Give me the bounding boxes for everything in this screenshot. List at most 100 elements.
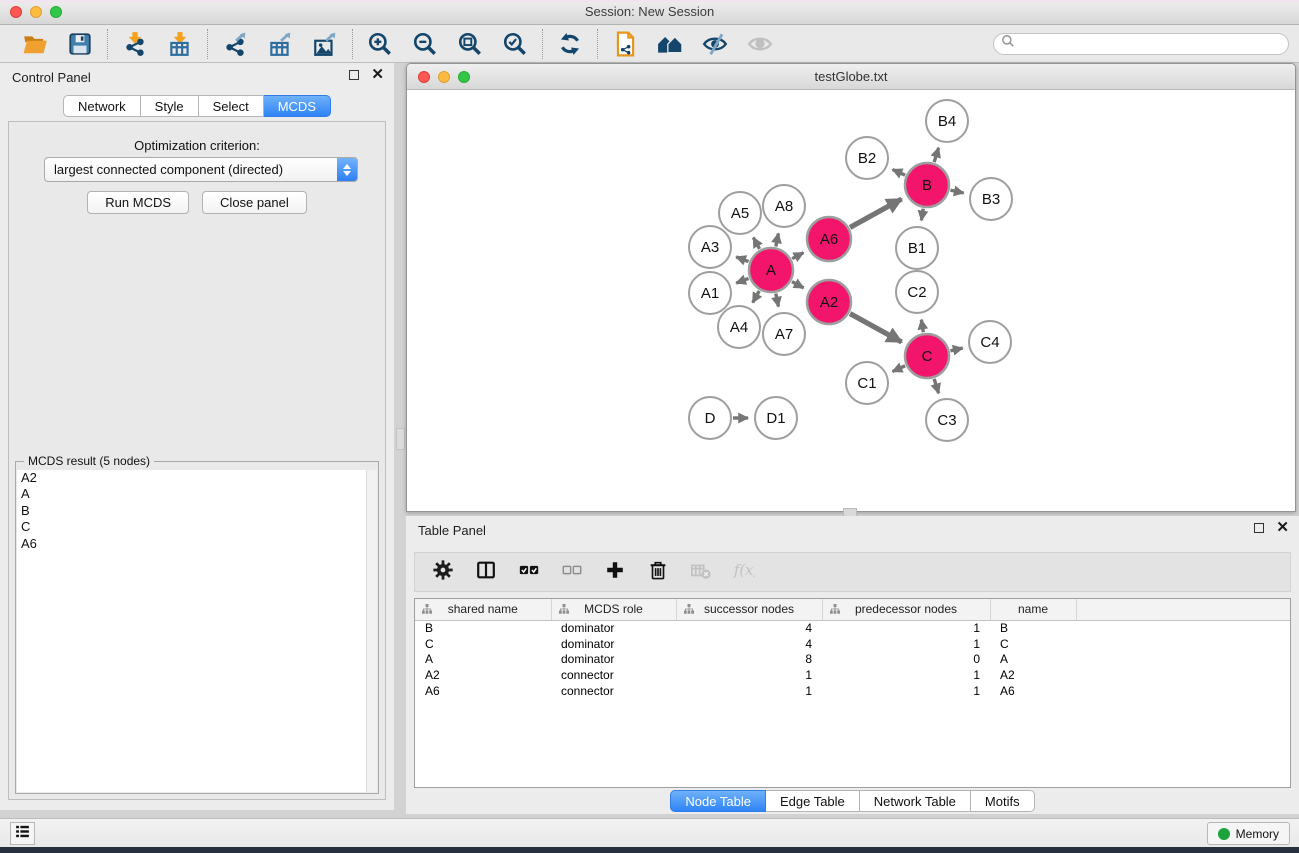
tab-motifs[interactable]: Motifs	[971, 790, 1035, 812]
edge-B-B3[interactable]	[950, 190, 963, 193]
show-columns-button[interactable]	[474, 560, 498, 584]
zoom-in-button[interactable]	[366, 30, 394, 58]
cell-shared-name[interactable]: B	[415, 620, 551, 636]
cell-successor-nodes[interactable]: 1	[676, 667, 822, 683]
network-window-titlebar[interactable]: testGlobe.txt	[407, 64, 1295, 90]
zoom-fit-button[interactable]	[456, 30, 484, 58]
cell-predecessor-nodes[interactable]: 0	[822, 652, 990, 668]
show-tasks-button[interactable]	[10, 822, 35, 845]
select-all-rows-button[interactable]	[517, 560, 541, 584]
save-session-button[interactable]	[66, 30, 94, 58]
first-neighbors-button[interactable]	[656, 30, 684, 58]
mcds-result-item[interactable]: B	[17, 503, 377, 519]
cell-successor-nodes[interactable]: 1	[676, 683, 822, 699]
column-header-predecessor-nodes[interactable]: predecessor nodes	[822, 599, 990, 620]
cell-name[interactable]: C	[990, 636, 1076, 652]
cell-successor-nodes[interactable]: 8	[676, 652, 822, 668]
column-header-shared-name[interactable]: shared name	[415, 599, 551, 620]
export-table-button[interactable]	[266, 30, 294, 58]
tab-select[interactable]: Select	[199, 95, 264, 117]
import-table-button[interactable]	[166, 30, 194, 58]
run-mcds-button[interactable]: Run MCDS	[87, 191, 189, 214]
scrollbar-track[interactable]	[366, 470, 377, 792]
edge-A-A2[interactable]	[792, 282, 804, 288]
cell-successor-nodes[interactable]: 4	[676, 620, 822, 636]
cell-MCDS-role[interactable]: connector	[551, 667, 676, 683]
table-row[interactable]: Bdominator41B	[415, 620, 1290, 636]
float-table-panel-icon[interactable]	[1254, 523, 1264, 533]
edge-A-A8[interactable]	[776, 233, 779, 246]
table-row[interactable]: Adominator80A	[415, 652, 1290, 668]
zoom-out-button[interactable]	[411, 30, 439, 58]
table-row[interactable]: Cdominator41C	[415, 636, 1290, 652]
table-row[interactable]: A2connector11A2	[415, 667, 1290, 683]
cell-shared-name[interactable]: A6	[415, 683, 551, 699]
tab-style[interactable]: Style	[141, 95, 199, 117]
delete-column-button[interactable]	[646, 560, 670, 584]
cell-name[interactable]: A2	[990, 667, 1076, 683]
edge-C-C4[interactable]	[950, 348, 962, 351]
tab-network[interactable]: Network	[63, 95, 141, 117]
cell-name[interactable]: B	[990, 620, 1076, 636]
tab-network-table[interactable]: Network Table	[860, 790, 971, 812]
function-builder-button[interactable]: f(x)	[732, 560, 756, 584]
edge-A-A1[interactable]	[736, 278, 748, 283]
edge-A-A4[interactable]	[753, 291, 760, 303]
delete-table-button[interactable]	[689, 560, 713, 584]
edge-A2-C[interactable]	[850, 314, 902, 342]
cell-predecessor-nodes[interactable]: 1	[822, 636, 990, 652]
table-settings-button[interactable]	[431, 560, 455, 584]
mcds-result-item[interactable]: A	[17, 486, 377, 502]
edge-C-C3[interactable]	[934, 379, 938, 393]
hide-selected-button[interactable]	[701, 30, 729, 58]
cell-predecessor-nodes[interactable]: 1	[822, 667, 990, 683]
close-table-panel-icon[interactable]: ✕	[1276, 523, 1289, 533]
edge-B-B4[interactable]	[934, 148, 938, 162]
edge-B-B2[interactable]	[893, 169, 906, 175]
edge-A-A6[interactable]	[792, 253, 803, 259]
mcds-result-item[interactable]: A2	[17, 470, 377, 486]
network-from-document-button[interactable]	[611, 30, 639, 58]
table-row[interactable]: A6connector11A6	[415, 683, 1290, 699]
column-header-successor-nodes[interactable]: successor nodes	[676, 599, 822, 620]
cell-MCDS-role[interactable]: connector	[551, 683, 676, 699]
import-network-button[interactable]	[121, 30, 149, 58]
cell-MCDS-role[interactable]: dominator	[551, 652, 676, 668]
show-all-button[interactable]	[746, 30, 774, 58]
zoom-selected-button[interactable]	[501, 30, 529, 58]
export-image-button[interactable]	[311, 30, 339, 58]
network-canvas[interactable]: B4B2BB3B1A5A8A6A3AA1C2A4A7A2C4CC1C3DD1	[407, 90, 1295, 511]
refresh-layout-button[interactable]	[556, 30, 584, 58]
edge-C-C2[interactable]	[921, 320, 923, 333]
add-column-button[interactable]	[603, 560, 627, 584]
mcds-result-item[interactable]: C	[17, 519, 377, 535]
column-header-name[interactable]: name	[990, 599, 1076, 620]
cell-name[interactable]: A6	[990, 683, 1076, 699]
edge-A6-B[interactable]	[850, 199, 902, 227]
cell-successor-nodes[interactable]: 4	[676, 636, 822, 652]
edge-C-C1[interactable]	[893, 366, 906, 372]
open-session-button[interactable]	[21, 30, 49, 58]
column-header-MCDS-role[interactable]: MCDS role	[551, 599, 676, 620]
export-network-button[interactable]	[221, 30, 249, 58]
mcds-result-list[interactable]: A2ABCA6	[17, 470, 377, 792]
edge-B-B1[interactable]	[921, 209, 923, 221]
close-panel-icon[interactable]: ✕	[371, 70, 384, 80]
mcds-result-item[interactable]: A6	[17, 536, 377, 552]
criterion-select[interactable]: largest connected component (directed)	[44, 157, 358, 182]
vertical-split-handle[interactable]	[396, 428, 405, 450]
unselect-all-rows-button[interactable]	[560, 560, 584, 584]
tab-edge-table[interactable]: Edge Table	[766, 790, 860, 812]
network-graph[interactable]: B4B2BB3B1A5A8A6A3AA1C2A4A7A2C4CC1C3DD1	[407, 90, 1295, 511]
cell-shared-name[interactable]: A2	[415, 667, 551, 683]
edge-A-A7[interactable]	[776, 294, 779, 307]
cell-name[interactable]: A	[990, 652, 1076, 668]
edge-A-A5[interactable]	[753, 238, 759, 249]
cell-MCDS-role[interactable]: dominator	[551, 620, 676, 636]
cell-predecessor-nodes[interactable]: 1	[822, 620, 990, 636]
search-input[interactable]	[1015, 35, 1288, 53]
cell-shared-name[interactable]: A	[415, 652, 551, 668]
float-panel-icon[interactable]	[349, 70, 359, 80]
edge-A-A3[interactable]	[736, 257, 748, 262]
cell-predecessor-nodes[interactable]: 1	[822, 683, 990, 699]
